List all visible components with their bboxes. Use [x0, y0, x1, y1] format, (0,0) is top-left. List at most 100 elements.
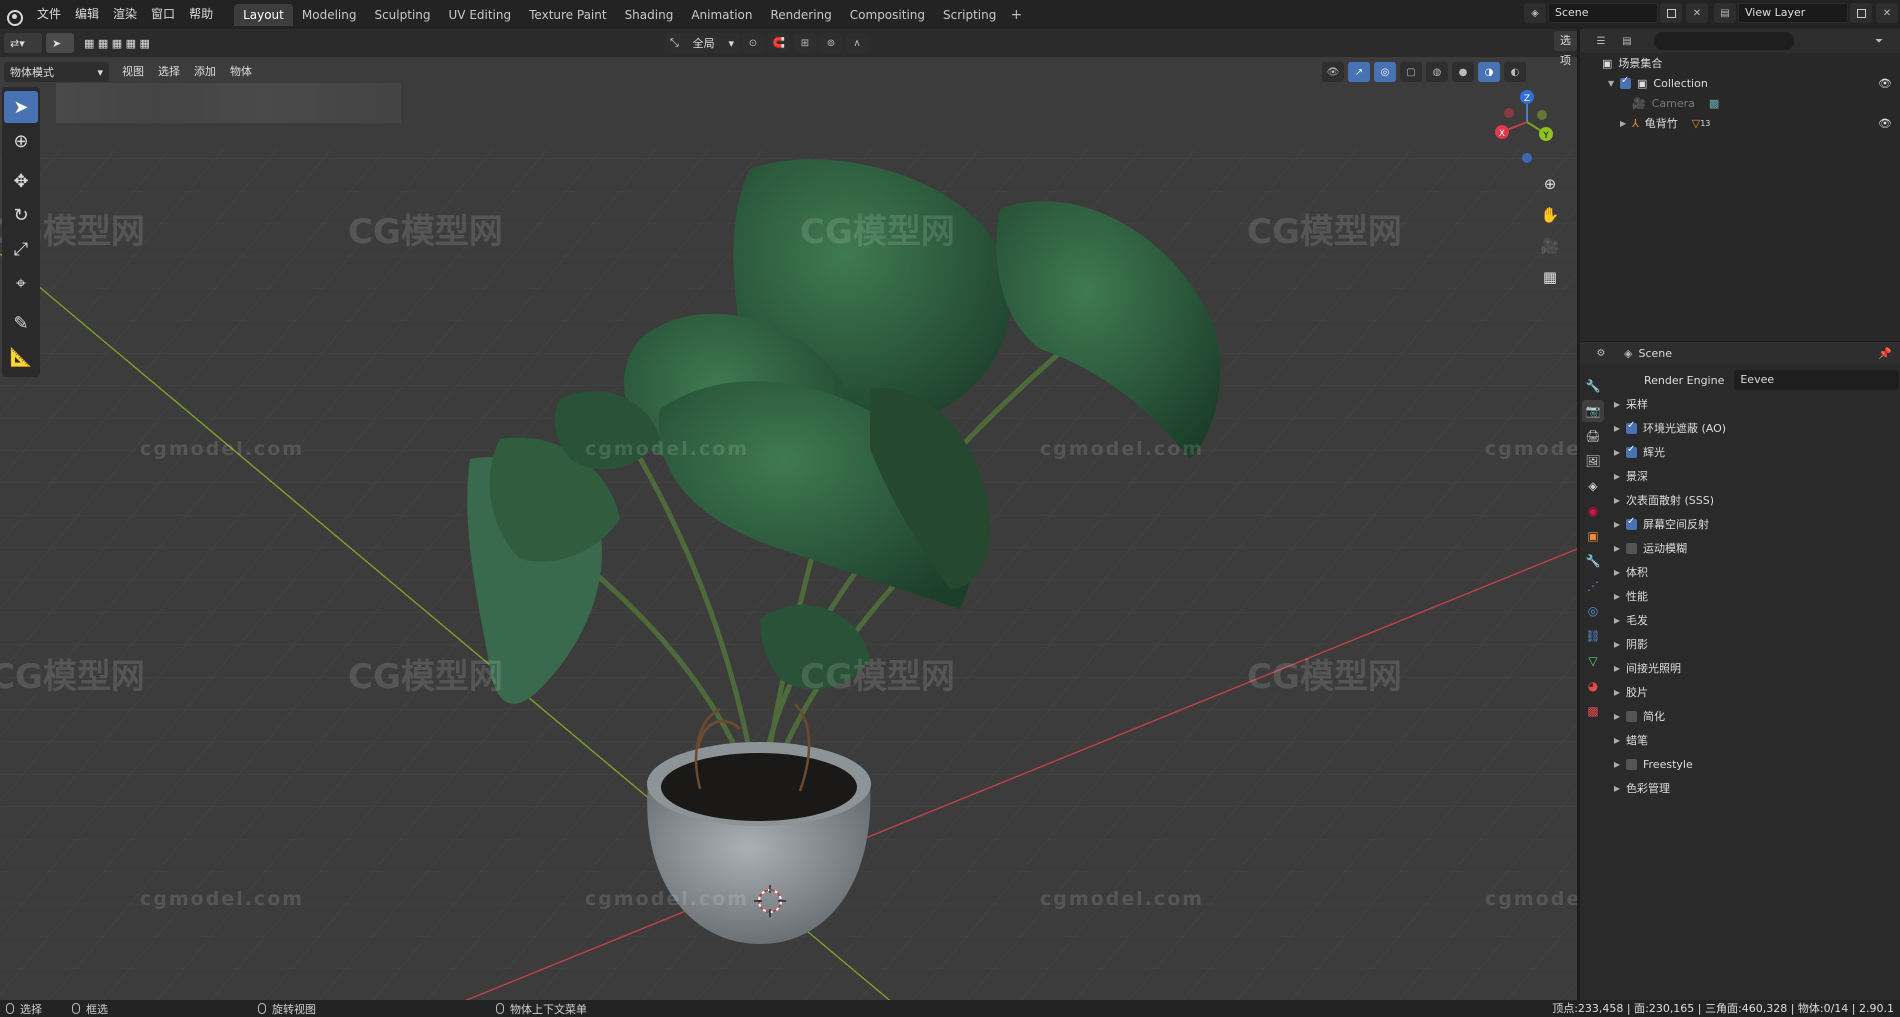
delete-scene-icon[interactable]: ✕ — [1686, 3, 1708, 23]
annotate-tool-icon[interactable]: ✎ — [4, 307, 38, 339]
new-scene-icon[interactable] — [1660, 3, 1682, 23]
expand-triangle-icon[interactable]: ▶ — [1614, 592, 1626, 601]
expand-triangle-icon[interactable]: ▶ — [1614, 568, 1626, 577]
cursor-tool-icon[interactable]: ⊕ — [4, 125, 38, 157]
section-checkbox[interactable] — [1626, 542, 1637, 554]
section-checkbox[interactable] — [1626, 758, 1637, 770]
zoom-icon[interactable]: ⊕ — [1537, 171, 1563, 197]
tab-scripting[interactable]: Scripting — [934, 4, 1005, 26]
menu-select[interactable]: 选择 — [151, 58, 187, 86]
collection-checkbox[interactable] — [1620, 75, 1631, 89]
expand-triangle-icon[interactable]: ▶ — [1614, 424, 1626, 433]
menu-view[interactable]: 视图 — [115, 58, 151, 86]
tab-animation[interactable]: Animation — [682, 4, 761, 26]
expand-triangle-icon[interactable]: ▶ — [1614, 760, 1626, 769]
pivot-point-icon[interactable]: ⊙ — [742, 33, 764, 53]
menu-add[interactable]: 添加 — [187, 58, 223, 86]
particles-tab-icon[interactable]: ⋰ — [1582, 575, 1604, 597]
delete-view-layer-icon[interactable]: ✕ — [1876, 3, 1898, 23]
modifier-tab-icon[interactable]: 🔧 — [1582, 550, 1604, 572]
scene-tab-icon[interactable]: ◈ — [1582, 475, 1604, 497]
render-section-row[interactable]: ▶ 色彩管理 — [1608, 776, 1900, 800]
menu-edit[interactable]: 编辑 — [68, 0, 106, 29]
outliner-row-scene-collection[interactable]: ▣ 场景集合 — [1580, 53, 1900, 73]
menu-render[interactable]: 渲染 — [106, 0, 144, 29]
transform-orientation-dropdown[interactable]: ⤡ 全局 ▾ — [664, 33, 740, 53]
expand-triangle-icon[interactable]: ▶ — [1614, 736, 1626, 745]
outliner-row-plant[interactable]: ▶ ⅄ 龟背竹 ▽ 13 👁 — [1580, 113, 1900, 133]
outliner-search-input[interactable] — [1654, 32, 1794, 50]
falloff-icon[interactable]: ∧ — [846, 33, 868, 53]
scene-name-field[interactable]: Scene — [1548, 3, 1658, 23]
render-section-row[interactable]: ▶ 环境光遮蔽 (AO) — [1608, 416, 1900, 440]
transform-tool-icon[interactable]: ⌖ — [4, 267, 38, 299]
expand-triangle-icon[interactable]: ▶ — [1614, 520, 1626, 529]
expand-triangle-icon[interactable]: ▶ — [1614, 640, 1626, 649]
render-section-row[interactable]: ▶ 蜡笔 — [1608, 728, 1900, 752]
world-tab-icon[interactable]: ◉ — [1582, 500, 1604, 522]
render-section-row[interactable]: ▶ Freestyle — [1608, 752, 1900, 776]
tab-uv-editing[interactable]: UV Editing — [440, 4, 521, 26]
expand-triangle-icon[interactable]: ▶ — [1614, 616, 1626, 625]
render-section-row[interactable]: ▶ 屏幕空间反射 — [1608, 512, 1900, 536]
expand-triangle-icon[interactable]: ▶ — [1620, 119, 1632, 128]
material-tab-icon[interactable]: ◕ — [1582, 675, 1604, 697]
tab-texture-paint[interactable]: Texture Paint — [520, 4, 615, 26]
render-engine-dropdown[interactable]: Eevee — [1734, 370, 1900, 390]
menu-help[interactable]: 帮助 — [182, 0, 220, 29]
render-section-row[interactable]: ▶ 运动模糊 — [1608, 536, 1900, 560]
eye-icon[interactable]: 👁 — [1878, 77, 1892, 90]
expand-triangle-icon[interactable]: ▶ — [1614, 544, 1626, 553]
blender-logo-icon[interactable] — [4, 5, 24, 26]
tab-rendering[interactable]: Rendering — [762, 4, 841, 26]
tab-sculpting[interactable]: Sculpting — [365, 4, 439, 26]
expand-triangle-icon[interactable]: ▶ — [1614, 496, 1626, 505]
filter-icon[interactable]: ⏷ — [1868, 31, 1890, 51]
move-tool-icon[interactable]: ✥ — [4, 165, 38, 197]
render-section-row[interactable]: ▶ 景深 — [1608, 464, 1900, 488]
expand-triangle-icon[interactable]: ▶ — [1614, 784, 1626, 793]
render-section-row[interactable]: ▶ 体积 — [1608, 560, 1900, 584]
render-section-row[interactable]: ▶ 次表面散射 (SSS) — [1608, 488, 1900, 512]
scene-icon[interactable]: ◈ — [1524, 3, 1546, 23]
gizmo-toggle-icon[interactable]: ↗ — [1348, 62, 1370, 82]
new-view-layer-icon[interactable] — [1850, 3, 1872, 23]
tab-layout[interactable]: Layout — [234, 3, 293, 26]
display-mode-icon[interactable]: ▤ — [1616, 31, 1638, 51]
snap-icon[interactable]: 🧲 — [768, 33, 790, 53]
view-layer-tab-icon[interactable]: 🖼 — [1582, 450, 1604, 472]
section-checkbox[interactable] — [1626, 516, 1637, 530]
visibility-icon[interactable]: 👁 — [1322, 62, 1344, 82]
object-tab-icon[interactable]: ▣ — [1582, 525, 1604, 547]
texture-tab-icon[interactable]: ▩ — [1582, 700, 1604, 722]
editor-type-dropdown[interactable]: ⇄▾ — [4, 33, 42, 53]
add-workspace-button[interactable]: + — [1005, 4, 1027, 26]
tab-modeling[interactable]: Modeling — [293, 4, 366, 26]
render-section-row[interactable]: ▶ 胶片 — [1608, 680, 1900, 704]
mode-dropdown[interactable]: 物体模式 ▾ — [4, 62, 109, 82]
selection-mode-icons[interactable]: ▦ ▦ ▦ ▦ ▦ — [78, 33, 170, 53]
snap-target-icon[interactable]: ⊞ — [794, 33, 816, 53]
xray-toggle-icon[interactable]: ▢ — [1400, 62, 1422, 82]
editor-type-icon[interactable]: ⚙ — [1590, 343, 1612, 363]
view-layer-icon[interactable]: ▤ — [1714, 3, 1736, 23]
constraints-tab-icon[interactable]: ⛓ — [1582, 625, 1604, 647]
expand-triangle-icon[interactable]: ▶ — [1614, 712, 1626, 721]
menu-file[interactable]: 文件 — [30, 0, 68, 29]
outliner-row-collection[interactable]: ▼ ▣ Collection 👁 — [1580, 73, 1900, 93]
select-tool-icon[interactable]: ➤ — [46, 33, 74, 53]
scale-tool-icon[interactable]: ⤢ — [4, 233, 38, 265]
wireframe-shading-icon[interactable]: ◍ — [1426, 62, 1448, 82]
menu-window[interactable]: 窗口 — [144, 0, 182, 29]
render-section-row[interactable]: ▶ 阴影 — [1608, 632, 1900, 656]
3d-viewport[interactable]: Z X Y CG模型网 CG模型网 CG模型网 CG模型网 cgmodel.co… — [0, 29, 1577, 1000]
expand-triangle-icon[interactable]: ▶ — [1614, 400, 1626, 409]
render-section-row[interactable]: ▶ 间接光照明 — [1608, 656, 1900, 680]
options-dropdown[interactable]: 选项 — [1554, 31, 1577, 67]
select-box-tool-icon[interactable]: ➤ — [4, 91, 38, 123]
expand-triangle-icon[interactable]: ▶ — [1614, 472, 1626, 481]
output-tab-icon[interactable]: 🖨 — [1582, 425, 1604, 447]
expand-triangle-icon[interactable]: ▶ — [1614, 664, 1626, 673]
render-tab-icon[interactable]: 📷 — [1582, 400, 1604, 422]
material-shading-icon[interactable]: ◑ — [1478, 62, 1500, 82]
